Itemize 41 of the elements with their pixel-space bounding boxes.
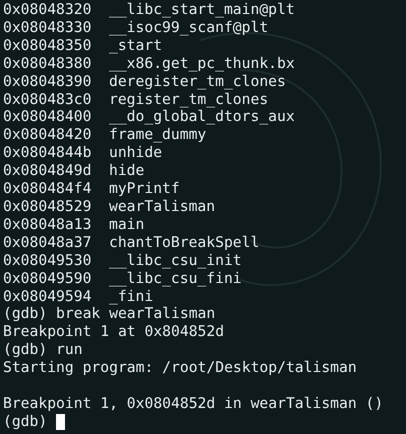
symbol-address: 0x08048400	[3, 108, 92, 126]
symbol-address: 0x08048390	[3, 72, 92, 91]
console-line: Breakpoint 1 at 0x804852d	[3, 323, 224, 342]
symbol-name: _fini	[109, 288, 154, 306]
symbol-name: hide	[109, 162, 144, 180]
symbol-name: _start	[109, 36, 162, 55]
symbol-address: 0x08049594	[3, 288, 92, 306]
text-cursor	[56, 414, 66, 430]
symbol-name: __libc_csu_init	[109, 252, 242, 270]
symbol-address: 0x080484f4	[3, 180, 92, 198]
symbol-address: 0x08049590	[3, 270, 92, 288]
symbol-address: 0x08048320	[3, 1, 92, 19]
symbol-address: 0x08048330	[3, 18, 92, 37]
symbol-address: 0x0804849d	[3, 162, 92, 180]
symbol-name: wearTalisman	[109, 198, 216, 216]
symbol-address: 0x08048529	[3, 198, 92, 216]
symbol-address: 0x08048420	[3, 126, 92, 144]
symbol-address: 0x080483c0	[3, 90, 92, 108]
breakpoint-message: Breakpoint 1, 0x0804852d in wearTalisman ()	[3, 394, 384, 413]
gdb-prompt: (gdb)	[3, 412, 48, 431]
symbol-name: main	[109, 216, 144, 234]
symbol-name: chantToBreakSpell	[109, 234, 260, 252]
symbol-address: 0x08049530	[3, 252, 92, 270]
console-line: (gdb) break wearTalisman	[3, 305, 216, 324]
symbol-address: 0x08048350	[3, 36, 92, 55]
symbol-name: register_tm_clones	[109, 90, 268, 108]
symbol-address: 0x0804844b	[3, 144, 92, 162]
symbol-address: 0x08048a37	[3, 234, 92, 252]
console-line: (gdb) run	[3, 341, 83, 360]
symbol-address: 0x08048a13	[3, 216, 92, 234]
symbol-name: __do_global_dtors_aux	[109, 108, 295, 126]
symbol-name: unhide	[109, 144, 162, 162]
symbol-name: deregister_tm_clones	[109, 72, 286, 91]
symbol-name: __libc_csu_fini	[109, 270, 242, 288]
symbol-name: frame_dummy	[109, 126, 206, 144]
symbol-address: 0x08048380	[3, 54, 92, 73]
symbol-name: __x86.get_pc_thunk.bx	[109, 54, 295, 73]
symbol-name: myPrintf	[109, 180, 180, 198]
symbol-name: __isoc99_scanf@plt	[109, 18, 268, 37]
console-line: Starting program: /root/Desktop/talisman	[3, 359, 357, 378]
symbol-name: __libc_start_main@plt	[109, 1, 295, 19]
